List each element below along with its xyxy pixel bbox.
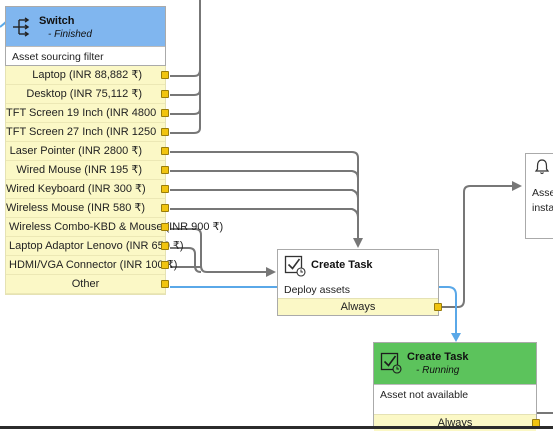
output-port[interactable]: [161, 147, 169, 155]
arrow-to-task1-left: [266, 267, 276, 277]
switch-output-row[interactable]: Desktop (INR 75,112 ₹): [6, 85, 169, 104]
wire-wired-mouse: [170, 170, 359, 179]
output-label: Wireless Mouse (INR 580 ₹): [6, 202, 146, 214]
output-label: Always: [340, 301, 376, 313]
switch-node[interactable]: Switch - Finished Asset sourcing filter: [5, 6, 166, 66]
output-port[interactable]: [161, 242, 169, 250]
output-port[interactable]: [161, 185, 169, 193]
output-label: Wired Mouse (INR 195 ₹): [16, 164, 142, 176]
wire-top-4: [170, 109, 201, 134]
output-port[interactable]: [161, 90, 169, 98]
switch-output-row[interactable]: Laptop (INR 88,882 ₹): [6, 66, 169, 85]
notification-line-1: Asse: [532, 187, 553, 199]
bell-icon: [534, 159, 550, 175]
output-port[interactable]: [161, 280, 169, 288]
switch-output-row-other[interactable]: Other: [6, 275, 169, 294]
task-deploy-output-always[interactable]: Always: [278, 298, 442, 315]
task-checkbox-icon: [284, 255, 306, 277]
output-port[interactable]: [161, 109, 169, 117]
notification-node[interactable]: Asse insta: [525, 153, 553, 239]
arrow-to-notify: [512, 181, 522, 191]
wire-wireless-combo: [170, 228, 268, 273]
switch-output-row[interactable]: TFT Screen 19 Inch (INR 4800: [6, 104, 169, 123]
create-task-unavailable-node[interactable]: Create Task - Running Asset not availabl…: [373, 342, 540, 431]
create-task-deploy-node[interactable]: Create Task Deploy assets Always: [277, 249, 442, 316]
output-port[interactable]: [161, 166, 169, 174]
output-port[interactable]: [161, 71, 169, 79]
output-port[interactable]: [434, 303, 442, 311]
wire-wireless-mouse: [170, 208, 359, 218]
output-port[interactable]: [161, 223, 169, 231]
switch-node-status: - Finished: [48, 29, 92, 40]
switch-output-row[interactable]: Laser Pointer (INR 2800 ₹): [6, 142, 169, 161]
wire-top-1: [170, 0, 201, 77]
output-label: TFT Screen 19 Inch (INR 4800: [6, 107, 157, 119]
wire-top-2: [170, 70, 201, 96]
switch-output-row[interactable]: Laptop Adaptor Lenovo (INR 650 ₹): [6, 237, 184, 256]
switch-node-header[interactable]: Switch - Finished: [6, 7, 165, 47]
arrow-to-task2: [451, 333, 461, 342]
wire-wired-keyboard: [170, 189, 359, 199]
notification-line-2: insta: [532, 202, 553, 214]
switch-node-title: Switch: [39, 15, 75, 27]
output-label: Other: [71, 278, 100, 290]
output-port[interactable]: [161, 261, 169, 269]
switch-output-row[interactable]: HDMI/VGA Connector (INR 100 ₹): [6, 256, 177, 275]
task-unavailable-description: Asset not available: [380, 389, 469, 401]
switch-output-row[interactable]: TFT Screen 27 Inch (INR 1250: [6, 123, 169, 142]
wire-to-notify: [440, 185, 514, 308]
output-label: Laptop (INR 88,882 ₹): [32, 69, 142, 81]
output-label: Desktop (INR 75,112 ₹): [26, 88, 142, 100]
switch-output-row[interactable]: Wired Mouse (INR 195 ₹): [6, 161, 169, 180]
notification-description: Asse insta: [532, 186, 553, 216]
wire-top-3: [170, 90, 201, 115]
output-port[interactable]: [161, 128, 169, 136]
output-label: TFT Screen 27 Inch (INR 1250: [6, 126, 157, 138]
output-label: HDMI/VGA Connector (INR 100 ₹): [9, 259, 178, 271]
switch-output-row[interactable]: Wired Keyboard (INR 300 ₹): [6, 180, 169, 199]
arrow-to-task1-top: [353, 238, 363, 248]
task-unavailable-title: Create Task: [407, 351, 469, 363]
output-label: Laptop Adaptor Lenovo (INR 650 ₹): [9, 240, 184, 252]
output-label: Laser Pointer (INR 2800 ₹): [9, 145, 142, 157]
output-port[interactable]: [161, 204, 169, 212]
switch-outputs: Laptop (INR 88,882 ₹) Desktop (INR 75,11…: [5, 66, 223, 295]
task-unavailable-status: - Running: [416, 365, 460, 376]
switch-icon: [13, 17, 30, 37]
switch-output-row[interactable]: Wireless Combo-KBD & Mouse (INR 900 ₹): [6, 218, 223, 237]
output-label: Wired Keyboard (INR 300 ₹): [6, 183, 146, 195]
switch-node-description: Asset sourcing filter: [12, 51, 104, 63]
switch-output-row[interactable]: Wireless Mouse (INR 580 ₹): [6, 199, 169, 218]
task-unavailable-header[interactable]: Create Task - Running: [374, 343, 536, 385]
task-deploy-title: Create Task: [311, 259, 373, 271]
task-checkbox-icon: [380, 352, 402, 374]
task-deploy-header[interactable]: Create Task: [278, 250, 438, 282]
output-label: Wireless Combo-KBD & Mouse (INR 900 ₹): [9, 221, 224, 233]
